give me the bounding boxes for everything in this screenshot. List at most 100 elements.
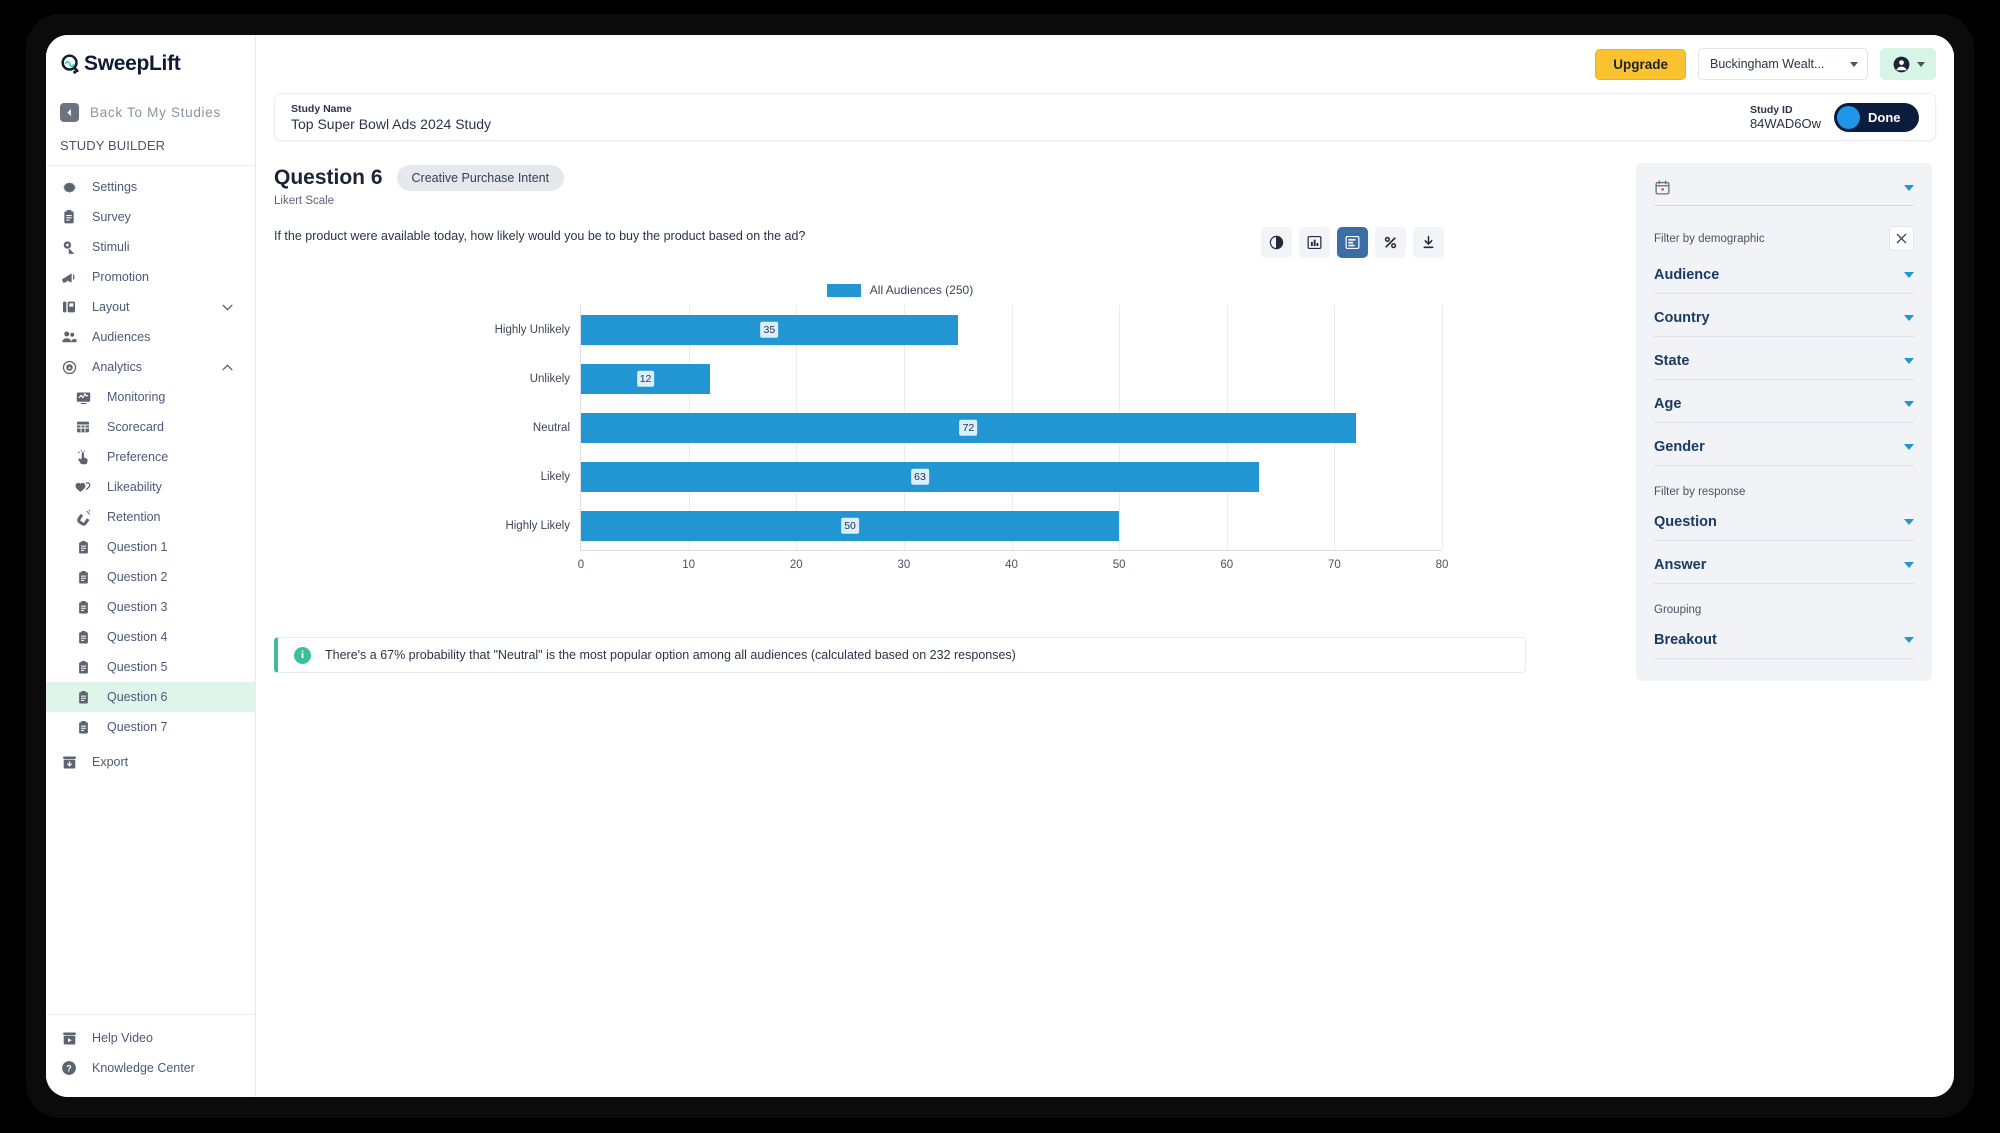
application-window: SweepLift Back To My Studies STUDY BUILD… xyxy=(46,35,1954,1097)
download-icon xyxy=(1420,234,1437,251)
filter-row-breakout[interactable]: Breakout xyxy=(1654,632,1914,659)
grid-icon xyxy=(74,418,92,436)
sidebar-item-help-video[interactable]: Help Video xyxy=(46,1023,255,1053)
account-menu-button[interactable] xyxy=(1880,48,1936,80)
legend-swatch xyxy=(826,283,861,297)
sidebar-item-label: Survey xyxy=(92,210,131,224)
sidebar-item-stimuli[interactable]: Stimuli xyxy=(46,232,255,262)
svg-text:?: ? xyxy=(66,1063,72,1073)
grouping-label: Grouping xyxy=(1654,604,1702,616)
sidebar-item-export[interactable]: Export xyxy=(46,747,255,777)
stimuli-icon xyxy=(60,238,78,256)
sidebar-item-analytics[interactable]: Analytics xyxy=(46,352,255,382)
filter-panel: Filter by demographic Audience Country S… xyxy=(1636,163,1932,681)
filter-label: Audience xyxy=(1654,267,1720,283)
chart-category-label: Unlikely xyxy=(529,372,570,385)
sidebar-item-knowledge-center[interactable]: ? Knowledge Center xyxy=(46,1053,255,1083)
account-circle-icon xyxy=(1892,55,1911,74)
chart-bar[interactable]: 12 xyxy=(581,363,711,394)
filter-row-question[interactable]: Question xyxy=(1654,514,1914,541)
sidebar-item-preference[interactable]: Preference xyxy=(46,442,255,472)
question-header: Question 6 Creative Purchase Intent xyxy=(274,165,1526,191)
back-to-my-studies-button[interactable]: Back To My Studies xyxy=(46,93,255,132)
sidebar-item-label: Question 2 xyxy=(107,570,168,584)
chevron-down-icon xyxy=(1904,315,1914,321)
sidebar-item-question-7[interactable]: Question 7 xyxy=(46,712,255,742)
chart-bar[interactable]: 72 xyxy=(581,412,1356,443)
sidebar-item-retention[interactable]: Retention xyxy=(46,502,255,532)
bar-chart-view-button[interactable] xyxy=(1299,227,1330,258)
filter-row-gender[interactable]: Gender xyxy=(1654,439,1914,466)
chart-bar[interactable]: 63 xyxy=(581,461,1260,492)
app-logo[interactable]: SweepLift xyxy=(46,35,255,93)
gear-icon xyxy=(60,178,78,196)
filter-row-state[interactable]: State xyxy=(1654,353,1914,380)
pie-chart-view-button[interactable] xyxy=(1261,227,1292,258)
main-area: Upgrade Buckingham Wealt... Study Name T… xyxy=(256,35,1954,1097)
clipboard-icon xyxy=(60,208,78,226)
sidebar-item-question-5[interactable]: Question 5 xyxy=(46,652,255,682)
sidebar: SweepLift Back To My Studies STUDY BUILD… xyxy=(46,35,256,1097)
download-button[interactable] xyxy=(1413,227,1444,258)
horizontal-bar-view-button[interactable] xyxy=(1337,227,1368,258)
sidebar-item-label: Audiences xyxy=(92,330,151,344)
sidebar-item-question-2[interactable]: Question 2 xyxy=(46,562,255,592)
monitor-icon xyxy=(74,388,92,406)
sidebar-item-question-1[interactable]: Question 1 xyxy=(46,532,255,562)
sidebar-item-question-4[interactable]: Question 4 xyxy=(46,622,255,652)
sidebar-item-label: Preference xyxy=(107,450,169,464)
sidebar-item-question-3[interactable]: Question 3 xyxy=(46,592,255,622)
layout-icon xyxy=(60,298,78,316)
sidebar-item-question-6[interactable]: Question 6 xyxy=(46,682,255,712)
filter-row-answer[interactable]: Answer xyxy=(1654,557,1914,584)
back-to-my-studies-label: Back To My Studies xyxy=(90,105,221,120)
chart-x-tick: 0 xyxy=(577,559,585,571)
study-id-label: Study ID xyxy=(1749,103,1793,116)
clipboard-icon xyxy=(74,628,92,646)
percent-icon xyxy=(1382,234,1399,251)
upgrade-button[interactable]: Upgrade xyxy=(1595,48,1686,80)
organization-select[interactable]: Buckingham Wealt... xyxy=(1698,48,1868,80)
sidebar-item-scorecard[interactable]: Scorecard xyxy=(46,412,255,442)
filter-label: Breakout xyxy=(1654,632,1717,648)
study-id-value: 84WAD6Ow xyxy=(1749,115,1821,131)
study-status-toggle[interactable]: Done xyxy=(1834,102,1919,132)
sidebar-item-monitoring[interactable]: Monitoring xyxy=(46,382,255,412)
clipboard-icon xyxy=(74,718,92,736)
study-status-block: Study ID 84WAD6Ow Done xyxy=(1750,102,1919,132)
filter-row-country[interactable]: Country xyxy=(1654,310,1914,337)
bar-chart-icon xyxy=(1306,234,1323,251)
clear-filters-button[interactable] xyxy=(1889,226,1914,251)
sidebar-item-promotion[interactable]: Promotion xyxy=(46,262,255,292)
question-category-chip: Creative Purchase Intent xyxy=(396,165,565,191)
sidebar-item-survey[interactable]: Survey xyxy=(46,202,255,232)
sidebar-item-label: Export xyxy=(92,755,129,769)
sidebar-item-audiences[interactable]: Audiences xyxy=(46,322,255,352)
back-arrow-icon xyxy=(60,103,79,122)
app-logo-text: SweepLift xyxy=(84,52,181,75)
sidebar-item-settings[interactable]: Settings xyxy=(46,172,255,202)
sidebar-item-label: Question 3 xyxy=(107,600,168,614)
horizontal-bar-icon xyxy=(1344,234,1361,251)
sidebar-item-layout[interactable]: Layout xyxy=(46,292,255,322)
filter-by-demographic-label: Filter by demographic xyxy=(1654,232,1765,245)
chart-bar[interactable]: 35 xyxy=(581,314,958,345)
legend-label: All Audiences (250) xyxy=(869,283,974,297)
sidebar-item-label: Question 4 xyxy=(107,630,168,644)
sidebar-item-label: Knowledge Center xyxy=(92,1061,195,1075)
filter-row-audience[interactable]: Audience xyxy=(1654,267,1914,294)
sidebar-item-likeability[interactable]: Likeability xyxy=(46,472,255,502)
date-filter-row[interactable] xyxy=(1654,179,1914,206)
info-icon: i xyxy=(294,646,311,664)
chart-bar[interactable]: 50 xyxy=(581,510,1120,541)
chevron-up-icon[interactable] xyxy=(222,363,233,371)
filter-row-age[interactable]: Age xyxy=(1654,396,1914,423)
percent-view-button[interactable] xyxy=(1375,227,1406,258)
chevron-down-icon[interactable] xyxy=(222,304,233,311)
chart-category-label: Neutral xyxy=(532,421,570,434)
chart-bar-value: 35 xyxy=(760,321,779,338)
sidebar-item-label: Scorecard xyxy=(107,420,164,434)
study-id-block: Study ID 84WAD6Ow xyxy=(1750,104,1821,131)
people-icon xyxy=(60,328,78,346)
study-name-block: Study Name Top Super Bowl Ads 2024 Study xyxy=(291,103,491,132)
